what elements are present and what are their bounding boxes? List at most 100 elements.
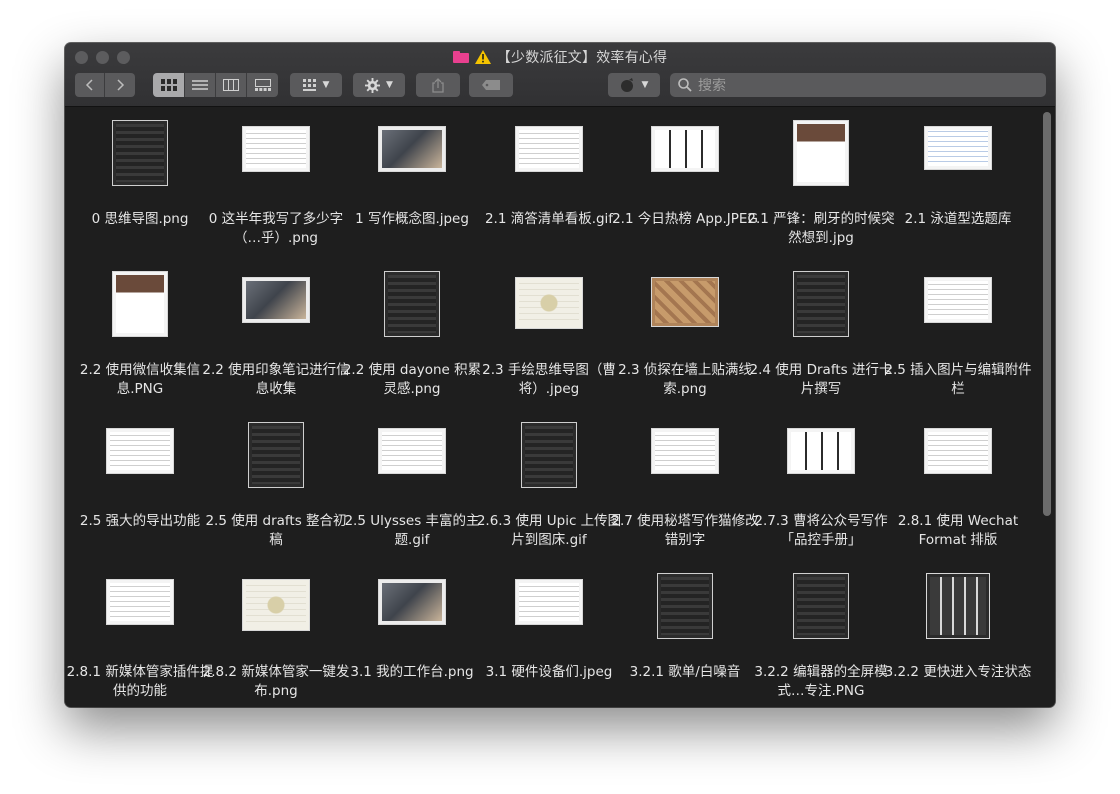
file-item[interactable]: 3.1 硬件设备们.jpeg (474, 571, 624, 707)
thumbnail-content (110, 432, 170, 470)
chevron-right-icon (117, 79, 125, 91)
file-name: 2.3 手绘思维导图（曹将）.jpeg (482, 362, 616, 397)
file-thumbnail (242, 277, 310, 323)
file-thumbnail (515, 277, 583, 329)
file-name: 3.2.2 编辑器的全屏模式…专注.PNG (754, 664, 888, 699)
file-item[interactable]: 1 写作概念图.jpeg (337, 118, 487, 258)
forward-button[interactable] (105, 73, 135, 97)
search-placeholder: 搜索 (698, 78, 726, 94)
titlebar: 【少数派征文】效率有心得 ▼ ▼ ▼ 搜索 (65, 43, 1055, 107)
file-thumbnail (242, 126, 310, 172)
action-button[interactable]: ▼ (353, 73, 405, 97)
finder-window: 【少数派征文】效率有心得 ▼ ▼ ▼ 搜索 0 思维导图.png 0 这半年我写… (65, 43, 1055, 707)
file-name: 2.7.3 曹将公众号写作「品控手册」 (754, 513, 888, 548)
file-thumbnail (651, 277, 719, 327)
thumbnail-content (246, 281, 306, 319)
file-name: 2.8.2 新媒体管家一键发布.png (202, 664, 350, 699)
file-thumbnail (248, 422, 304, 488)
file-item[interactable]: 2.2 使用微信收集信息.PNG (65, 269, 215, 409)
file-name: 2.8.1 新媒体管家插件提供的功能 (66, 664, 214, 699)
search-icon (678, 78, 692, 92)
file-name: 2.5 使用 drafts 整合初稿 (205, 513, 347, 548)
file-name: 2.2 使用 dayone 积累灵感.png (342, 362, 482, 397)
chevron-left-icon (85, 79, 93, 91)
file-name: 2.1 泳道型选题库 (904, 211, 1012, 227)
file-item[interactable]: 2.3 侦探在墙上贴满线索.png (610, 269, 760, 409)
thumbnail-content (252, 426, 300, 484)
file-thumbnail (657, 573, 713, 639)
file-item[interactable]: 2.1 泳道型选题库 (883, 118, 1033, 258)
file-thumbnail (787, 428, 855, 474)
file-item[interactable]: 2.5 Ulysses 丰富的主题.gif (337, 420, 487, 560)
file-item[interactable]: 0 思维导图.png (65, 118, 215, 258)
group-grid-icon (302, 79, 316, 91)
extension-icon (620, 78, 633, 92)
file-thumbnail (924, 277, 992, 323)
thumbnail-content (519, 130, 579, 168)
thumbnail-content (116, 124, 164, 182)
file-item[interactable]: 2.7.3 曹将公众号写作「品控手册」 (746, 420, 896, 560)
column-view-button[interactable] (216, 73, 247, 97)
group-by-button[interactable]: ▼ (290, 73, 342, 97)
file-item[interactable]: 2.8.2 新媒体管家一键发布.png (201, 571, 351, 707)
list-view-button[interactable] (185, 73, 216, 97)
file-item[interactable]: 2.1 严锋：刷牙的时候突然想到.jpg (746, 118, 896, 258)
file-item[interactable]: 3.1 我的工作台.png (337, 571, 487, 707)
share-button[interactable] (416, 73, 460, 97)
file-name: 0 这半年我写了多少字（…乎）.png (208, 211, 344, 246)
file-name: 3.1 硬件设备们.jpeg (485, 664, 613, 680)
thumbnail-content (110, 583, 170, 621)
file-item[interactable]: 2.1 今日热榜 App.JPEG (610, 118, 760, 258)
file-item[interactable]: 3.2.1 歌单/白噪音 (610, 571, 760, 707)
thumbnail-content (797, 124, 845, 182)
file-thumbnail (378, 126, 446, 172)
file-item[interactable]: 2.5 强大的导出功能 (65, 420, 215, 560)
file-item[interactable]: 2.4 使用 Drafts 进行卡片撰写 (746, 269, 896, 409)
file-item[interactable]: 2.8.1 新媒体管家插件提供的功能 (65, 571, 215, 707)
extension-button[interactable]: ▼ (608, 73, 660, 97)
thumbnail-content (525, 426, 573, 484)
icon-view-button[interactable] (153, 73, 185, 97)
grid-icon (160, 79, 177, 91)
file-item[interactable]: 2.3 手绘思维导图（曹将）.jpeg (474, 269, 624, 409)
thumbnail-content (928, 281, 988, 319)
search-field[interactable]: 搜索 (670, 73, 1046, 97)
gallery-view-button[interactable] (247, 73, 278, 97)
chevron-down-icon: ▼ (322, 80, 330, 90)
nav-buttons (75, 73, 135, 97)
file-item[interactable]: 2.5 使用 drafts 整合初稿 (201, 420, 351, 560)
window-title: 【少数派征文】效率有心得 (496, 50, 668, 66)
file-name: 2.1 滴答清单看板.gif (484, 211, 614, 227)
file-item[interactable]: 2.1 滴答清单看板.gif (474, 118, 624, 258)
file-name: 0 思维导图.png (91, 211, 189, 227)
file-item[interactable]: 2.6.3 使用 Upic 上传图片到图床.gif (474, 420, 624, 560)
file-item[interactable]: 0 这半年我写了多少字（…乎）.png (201, 118, 351, 258)
gallery-icon (254, 79, 271, 91)
thumbnail-content (661, 577, 709, 635)
gear-icon (365, 77, 381, 93)
thumbnail-content (655, 432, 715, 470)
file-name: 3.1 我的工作台.png (350, 664, 474, 680)
file-thumbnail (521, 422, 577, 488)
file-name: 2.3 侦探在墙上贴满线索.png (618, 362, 752, 397)
file-name: 2.5 插入图片与编辑附件栏 (884, 362, 1032, 397)
file-item[interactable]: 2.8.1 使用 Wechat Format 排版 (883, 420, 1033, 560)
file-item[interactable]: 2.2 使用印象笔记进行信息收集 (201, 269, 351, 409)
file-item[interactable]: 2.7 使用秘塔写作猫修改错别字 (610, 420, 760, 560)
file-item[interactable]: 3.2.2 编辑器的全屏模式…专注.PNG (746, 571, 896, 707)
file-name: 2.5 Ulysses 丰富的主题.gif (344, 513, 480, 548)
file-item[interactable]: 3.2.2 更快进入专注状态 (883, 571, 1033, 707)
back-button[interactable] (75, 73, 105, 97)
file-name: 2.6.3 使用 Upic 上传图片到图床.gif (476, 513, 622, 548)
warning-icon (474, 50, 491, 64)
columns-icon (223, 79, 239, 91)
tags-button[interactable] (469, 73, 513, 97)
file-item[interactable]: 2.5 插入图片与编辑附件栏 (883, 269, 1033, 409)
vertical-scrollbar[interactable] (1043, 112, 1051, 516)
file-thumbnail (651, 428, 719, 474)
file-item[interactable]: 2.2 使用 dayone 积累灵感.png (337, 269, 487, 409)
file-grid: 0 思维导图.png 0 这半年我写了多少字（…乎）.png 1 写作概念图.jpe… (65, 108, 1055, 707)
thumbnail-content (797, 275, 845, 333)
file-thumbnail (378, 428, 446, 474)
file-name: 2.8.1 使用 Wechat Format 排版 (897, 513, 1019, 548)
